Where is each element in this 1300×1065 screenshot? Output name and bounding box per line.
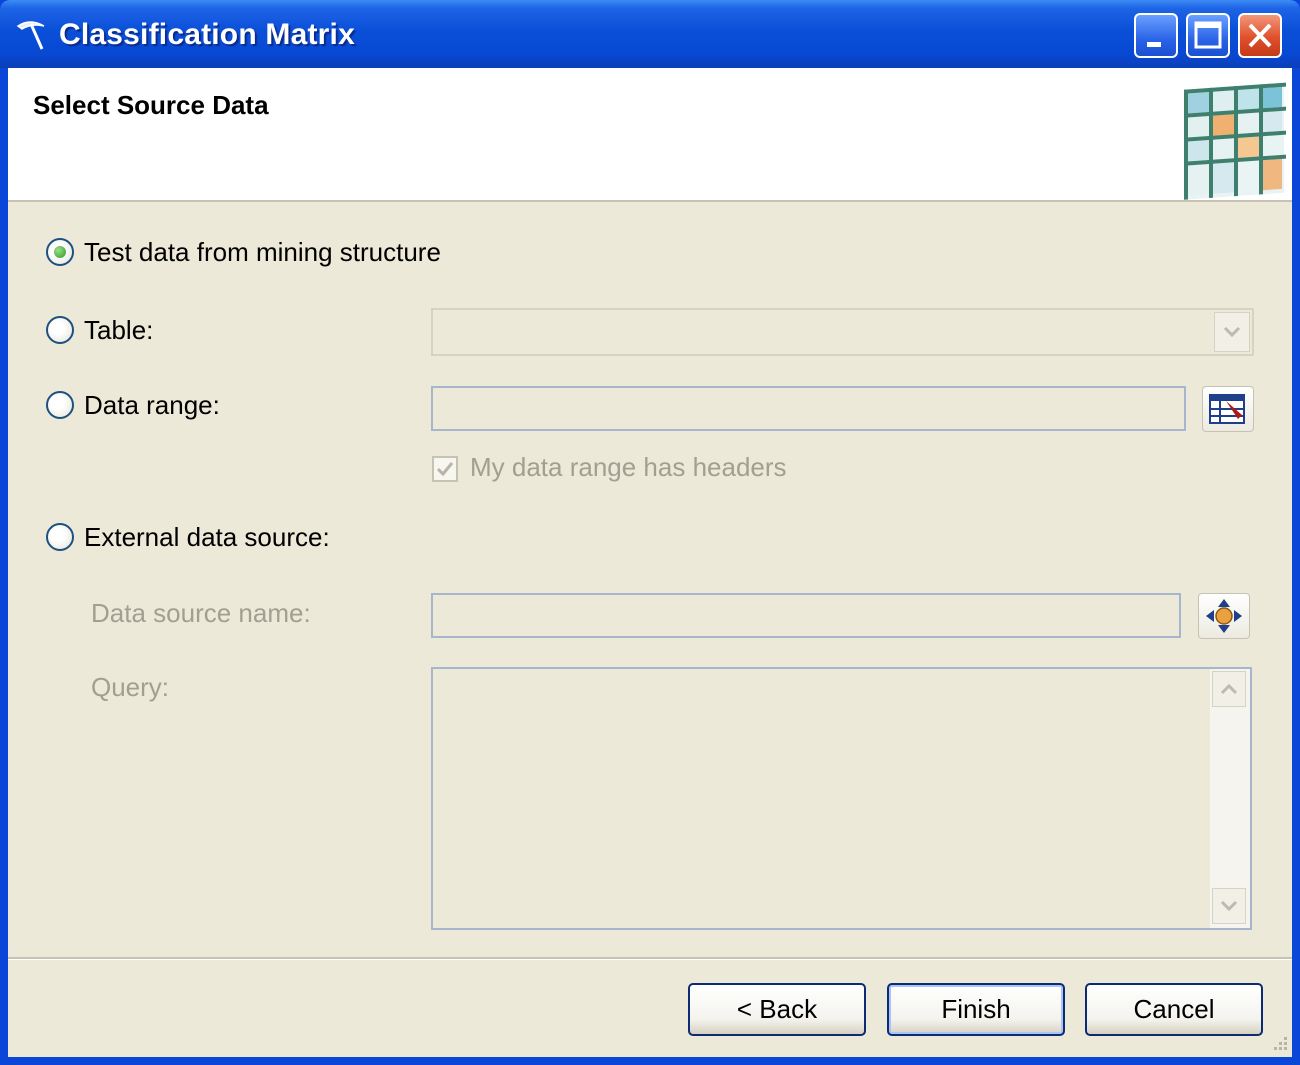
headers-checkbox-label: My data range has headers [470, 452, 787, 482]
maximize-button[interactable] [1186, 13, 1230, 58]
dialog-body: Select Source Data Test data from mining… [8, 68, 1292, 1057]
page-title: Select Source Data [33, 90, 269, 120]
cancel-button[interactable]: Cancel [1085, 983, 1263, 1036]
test-data-label[interactable]: Test data from mining structure [84, 237, 441, 268]
data-range-label[interactable]: Data range: [84, 390, 220, 421]
chevron-down-icon [1223, 326, 1241, 338]
chevron-down-icon [1220, 900, 1238, 912]
headers-checkbox[interactable] [432, 456, 458, 482]
external-source-label[interactable]: External data source: [84, 522, 330, 553]
resize-grip-icon[interactable] [1270, 1035, 1288, 1053]
dialog-window: Classification Matrix Select Source Data [0, 0, 1300, 1065]
data-source-name-label: Data source name: [91, 598, 311, 628]
query-textarea[interactable] [431, 667, 1252, 930]
wizard-header: Select Source Data [8, 68, 1292, 202]
finish-button[interactable]: Finish [887, 983, 1065, 1036]
matrix-grid-icon [1184, 82, 1286, 200]
scroll-down-button[interactable] [1212, 888, 1246, 924]
data-source-button[interactable] [1198, 593, 1250, 639]
radio-data-range[interactable] [46, 391, 74, 419]
close-icon [1248, 23, 1272, 48]
minimize-button[interactable] [1134, 13, 1178, 58]
footer-divider [8, 957, 1292, 960]
radio-table[interactable] [46, 316, 74, 344]
maximize-icon [1194, 21, 1222, 49]
pickaxe-icon [16, 21, 45, 50]
window-title: Classification Matrix [59, 18, 355, 51]
table-combobox[interactable] [431, 308, 1254, 356]
data-source-name-input[interactable] [431, 593, 1181, 638]
close-button[interactable] [1238, 13, 1282, 58]
data-range-input[interactable] [431, 386, 1186, 431]
radio-test-data[interactable] [46, 238, 74, 266]
data-source-icon [1206, 599, 1242, 633]
query-scrollbar[interactable] [1210, 669, 1250, 928]
checkmark-icon [436, 462, 454, 477]
combobox-dropdown-button[interactable] [1214, 312, 1250, 352]
select-range-button[interactable] [1202, 386, 1254, 432]
scroll-up-button[interactable] [1212, 671, 1246, 707]
radio-selected-dot [54, 246, 66, 258]
select-range-icon [1209, 394, 1245, 424]
back-button[interactable]: < Back [688, 983, 866, 1036]
minimize-icon [1147, 42, 1161, 47]
table-label[interactable]: Table: [84, 315, 153, 346]
query-label: Query: [91, 672, 170, 702]
chevron-up-icon [1220, 683, 1238, 695]
title-bar[interactable]: Classification Matrix [0, 0, 1300, 68]
radio-external-source[interactable] [46, 523, 74, 551]
